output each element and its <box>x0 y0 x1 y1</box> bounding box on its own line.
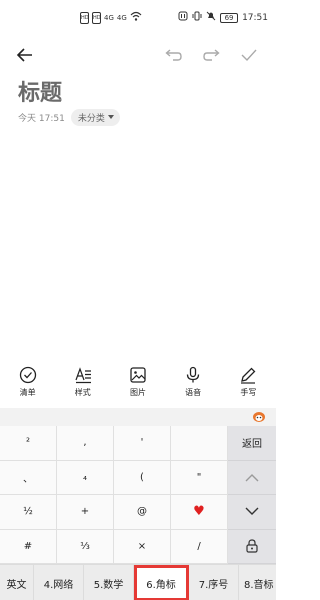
keyboard-logo-icon <box>253 412 265 422</box>
tool-handwriting-label: 手写 <box>240 388 257 397</box>
keyboard-side-column: 返回 <box>228 426 276 564</box>
symbol-key[interactable]: × <box>114 529 171 564</box>
signal2-label: 4G <box>116 14 127 22</box>
symbol-key[interactable] <box>171 426 228 461</box>
symbol-key[interactable]: ( <box>114 460 171 495</box>
tool-checklist[interactable]: 清单 <box>0 366 55 406</box>
page-down-key[interactable] <box>228 495 276 530</box>
symbol-key[interactable]: ' <box>114 426 171 461</box>
battery-indicator: 69 <box>220 13 239 23</box>
sim1-badge: HD <box>80 12 89 24</box>
note-toolbar <box>0 40 276 70</box>
wifi-icon <box>130 11 142 26</box>
tool-voice-label: 语音 <box>185 388 202 397</box>
category-label: 未分类 <box>77 113 105 124</box>
editor-tools: 清单 样式 图片 语音 手写 <box>0 366 276 406</box>
symbol-key[interactable]: 、 <box>0 460 57 495</box>
keyboard-top-strip <box>0 408 276 426</box>
signal1-label: 4G <box>104 14 114 22</box>
back-button[interactable] <box>12 40 38 70</box>
sim2-badge: HD <box>92 12 101 24</box>
nfc-icon <box>178 11 188 26</box>
symbol-key[interactable]: " <box>171 460 228 495</box>
image-icon <box>130 367 146 383</box>
status-bar: HD HD 4G 4G 69 17:51 <box>0 0 276 36</box>
redo-button[interactable] <box>198 40 224 70</box>
tool-image-label: 图片 <box>129 388 146 397</box>
lock-icon <box>246 539 258 553</box>
undo-icon <box>165 49 182 61</box>
tool-checklist-label: 清单 <box>19 388 36 397</box>
symbol-key[interactable]: ² <box>0 426 57 461</box>
microphone-icon <box>187 366 200 383</box>
signal-group: HD HD 4G 4G <box>80 11 142 25</box>
symbol-key[interactable]: ⅓ <box>57 529 114 564</box>
chevron-down-icon <box>245 507 259 516</box>
caret-down-icon <box>107 115 114 119</box>
tool-image[interactable]: 图片 <box>110 366 165 406</box>
tab-network[interactable]: 4.网络 <box>34 565 84 600</box>
note-date: 今天 17:51 <box>18 113 65 124</box>
redo-icon <box>203 49 220 61</box>
tab-english[interactable]: 英文 <box>0 565 34 600</box>
tool-style-label: 样式 <box>74 388 91 397</box>
symbol-key[interactable]: + <box>57 495 114 530</box>
symbol-key[interactable]: # <box>0 529 57 564</box>
mute-bell-icon <box>206 11 216 26</box>
note-title-input[interactable]: 标题 <box>18 75 62 107</box>
symbol-keyboard: ² , ' 、 ₄ ( " ½ + @ ♥ # ⅓ × / 返回 英文 4.网络… <box>0 426 276 600</box>
arrow-left-icon <box>16 48 32 62</box>
chevron-up-icon <box>245 473 259 482</box>
symbol-key[interactable]: ½ <box>0 495 57 530</box>
category-dropdown[interactable]: 未分类 <box>70 108 120 126</box>
symbol-key[interactable]: @ <box>114 495 171 530</box>
symbol-key[interactable]: ₄ <box>57 460 114 495</box>
heart-icon: ♥ <box>193 504 205 520</box>
tab-numbering[interactable]: 7.序号 <box>189 565 239 600</box>
checklist-icon <box>19 366 36 384</box>
pen-icon <box>241 367 256 384</box>
tool-handwriting[interactable]: 手写 <box>221 366 276 406</box>
symbol-key-grid: ² , ' 、 ₄ ( " ½ + @ ♥ # ⅓ × / <box>0 426 228 564</box>
status-time: 17:51 <box>242 13 268 23</box>
symbol-key[interactable]: / <box>171 529 228 564</box>
status-right-group: 69 17:51 <box>178 11 268 25</box>
undo-button[interactable] <box>161 40 187 70</box>
return-key[interactable]: 返回 <box>228 426 276 461</box>
note-meta: 今天 17:51 未分类 <box>18 108 120 126</box>
vibrate-icon <box>192 11 202 26</box>
lock-key[interactable] <box>228 529 276 564</box>
check-icon <box>241 49 257 62</box>
symbol-category-bar: 英文 4.网络 5.数学 6.角标 7.序号 8.音标 <box>0 564 276 600</box>
tool-voice[interactable]: 语音 <box>166 366 221 406</box>
tab-math[interactable]: 5.数学 <box>84 565 134 600</box>
tab-superscript[interactable]: 6.角标 <box>134 565 189 600</box>
symbol-key[interactable]: , <box>57 426 114 461</box>
text-style-icon <box>75 367 91 384</box>
tool-style[interactable]: 样式 <box>55 366 110 406</box>
tab-phonetic[interactable]: 8.音标 <box>239 565 276 600</box>
symbol-key-heart[interactable]: ♥ <box>171 495 228 530</box>
page-up-key[interactable] <box>228 460 276 495</box>
confirm-button[interactable] <box>236 40 262 70</box>
